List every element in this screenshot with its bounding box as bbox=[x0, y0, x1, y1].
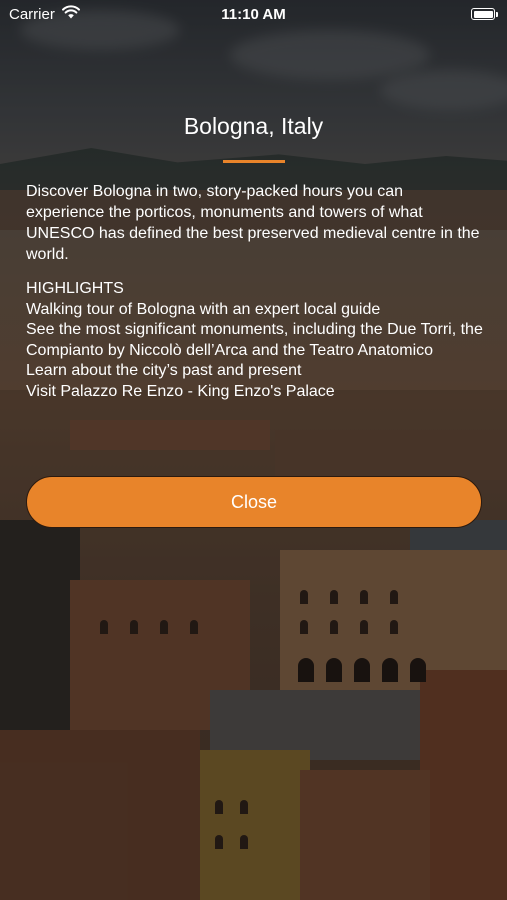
highlights-section: HIGHLIGHTS Walking tour of Bologna with … bbox=[26, 279, 486, 402]
highlight-item: See the most significant monuments, incl… bbox=[26, 321, 483, 359]
title-divider bbox=[223, 160, 285, 163]
highlight-item: Visit Palazzo Re Enzo - King Enzo's Pala… bbox=[26, 382, 335, 400]
battery-icon bbox=[471, 8, 498, 20]
highlight-item: Walking tour of Bologna with an expert l… bbox=[26, 300, 381, 318]
close-button[interactable]: Close bbox=[26, 476, 482, 528]
highlights-heading: HIGHLIGHTS bbox=[26, 280, 124, 297]
tour-description: Discover Bologna in two, story-packed ho… bbox=[26, 183, 480, 263]
page-title: Bologna, Italy bbox=[183, 113, 324, 139]
status-time: 11:10 AM bbox=[221, 6, 286, 23]
close-button-label: Close bbox=[230, 491, 278, 512]
status-bar: Carrier 11:10 AM bbox=[0, 0, 507, 28]
highlight-item: Learn about the city’s past and present bbox=[26, 362, 302, 379]
